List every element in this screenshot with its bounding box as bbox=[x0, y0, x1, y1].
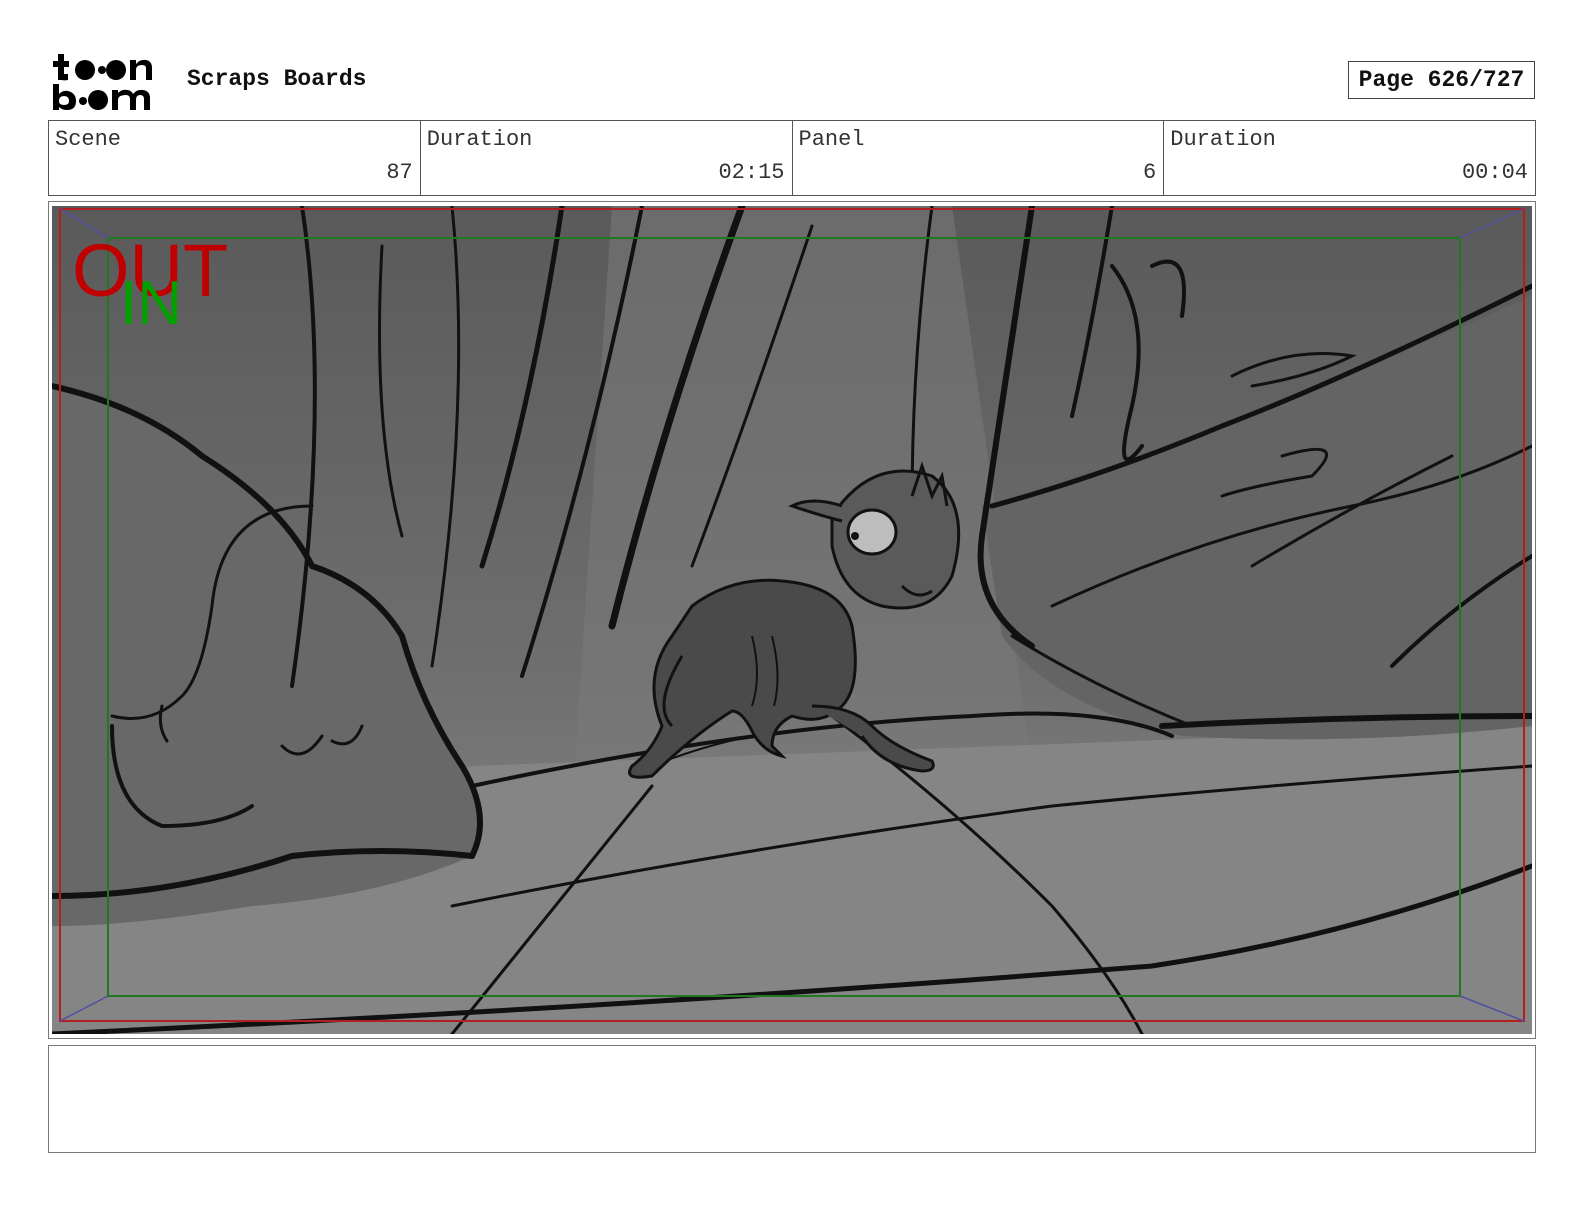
toon-boom-logo bbox=[53, 54, 152, 110]
scene-value: 87 bbox=[386, 160, 413, 185]
panel-label: Panel bbox=[798, 127, 865, 152]
storyboard-panel-image: OUT IN bbox=[52, 206, 1532, 1034]
scene-duration-value: 02:15 bbox=[718, 160, 785, 185]
notes-box bbox=[48, 1045, 1536, 1153]
scene-duration-label: Duration bbox=[426, 127, 533, 152]
panel-duration-label: Duration bbox=[1170, 127, 1276, 152]
project-title: Scraps Boards bbox=[187, 66, 367, 92]
page-counter: Page 626/727 bbox=[1348, 61, 1535, 99]
in-marker: IN bbox=[120, 269, 182, 338]
scene-cell: Scene 87 bbox=[49, 121, 421, 195]
panel-duration-cell: Duration 00:04 bbox=[1164, 121, 1535, 195]
info-table: Scene 87 Duration 02:15 Panel 6 Duration… bbox=[48, 120, 1536, 196]
panel-value: 6 bbox=[1143, 160, 1157, 185]
panel-cell: Panel 6 bbox=[793, 121, 1165, 195]
scene-duration-cell: Duration 02:15 bbox=[421, 121, 793, 195]
scene-label: Scene bbox=[55, 127, 122, 152]
panel-duration-value: 00:04 bbox=[1461, 160, 1528, 185]
